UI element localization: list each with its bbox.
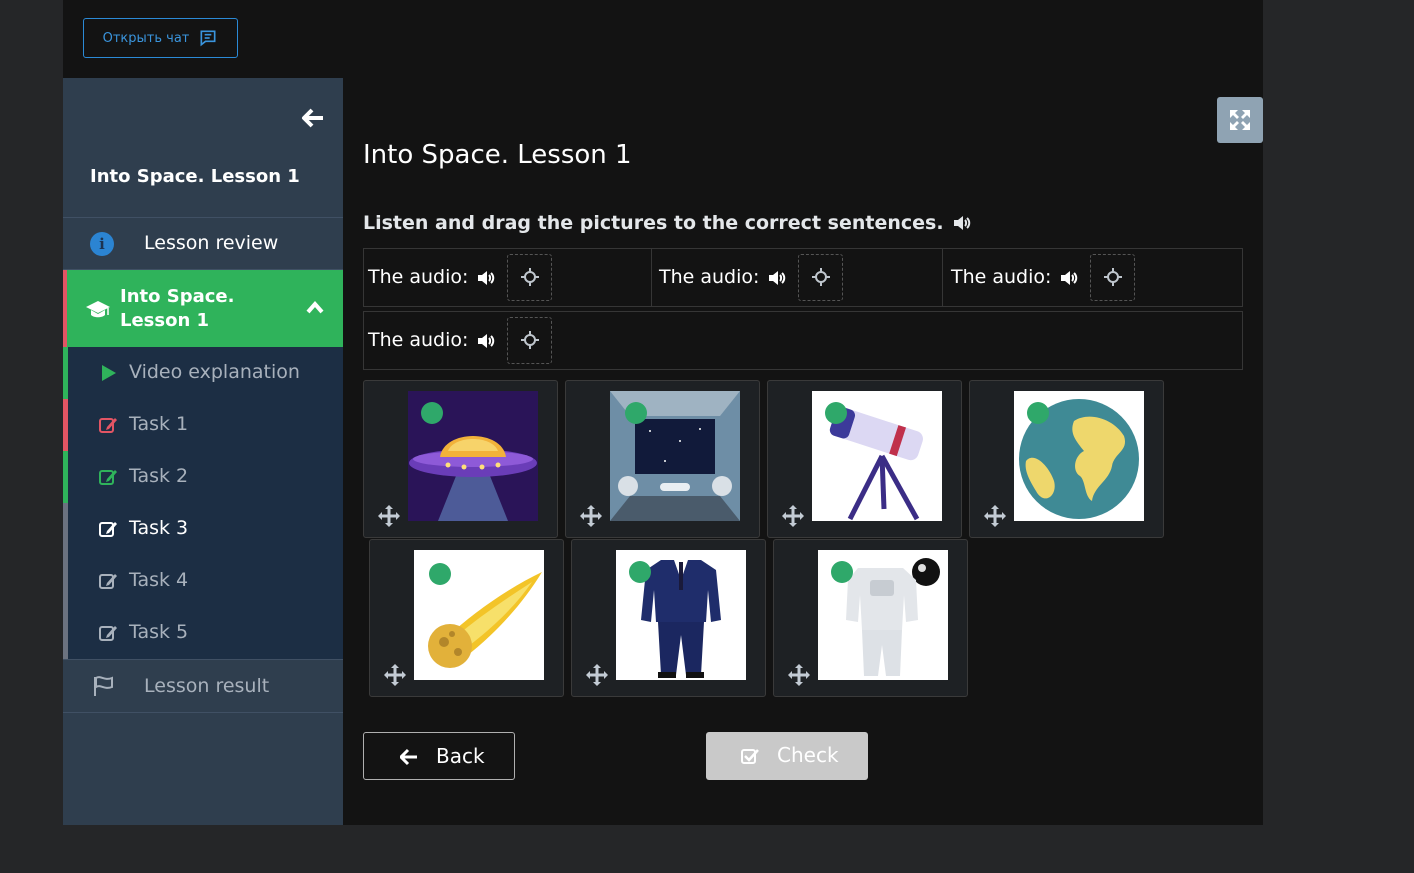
chevron-up-icon[interactable] [305,299,325,315]
sidebar-item-label: Lesson result [144,675,270,697]
draggable-picture-telescope[interactable] [767,380,962,538]
lesson-sidebar: Into Space. Lesson 1 i Lesson review Int… [63,78,343,825]
spaceship-interior-image [610,391,740,521]
sidebar-item-task-1[interactable]: Task 1 [63,399,343,451]
move-icon[interactable] [586,664,608,686]
speaker-icon[interactable] [1058,268,1080,288]
chat-icon [200,30,216,47]
speaker-icon[interactable] [952,213,972,233]
expand-icon [1230,110,1250,130]
sentence-label: The audio: [951,266,1052,288]
sentence-label: The audio: [368,329,469,351]
edit-icon [99,418,117,433]
earth-image [1014,391,1144,521]
open-chat-label: Открыть чат [102,30,190,46]
sidebar-item-video-explanation[interactable]: Video explanation [63,347,343,399]
sentence-item: The audio: [947,249,1242,306]
sidebar-item-label: Task 2 [129,465,189,487]
play-icon [102,365,116,381]
sentence-item: The audio: [364,249,652,306]
sidebar-item-label: Task 1 [129,413,189,435]
sidebar-lesson-title: Into Space. Lesson 1 [90,166,300,187]
draggable-picture-spaceship-interior[interactable] [565,380,760,538]
sidebar-item-label: Task 4 [129,569,189,591]
crosshair-icon [521,268,539,286]
sentence-row: The audio: The audio: The audio: [363,248,1243,307]
ufo-image [408,391,538,521]
status-bar [63,399,68,451]
sidebar-item-task-5[interactable]: Task 5 [63,607,343,659]
sidebar-section-label: Into Space. Lesson 1 [120,286,235,331]
speaker-icon[interactable] [475,268,497,288]
sentence-label: The audio: [659,266,760,288]
instruction-text: Listen and drag the pictures to the corr… [363,212,944,234]
edit-icon [99,522,117,537]
move-icon[interactable] [782,505,804,527]
status-bar [63,347,68,399]
sidebar-item-label: Task 5 [129,621,189,643]
check-label: Check [777,743,839,767]
collapse-sidebar-icon[interactable] [301,106,325,130]
sentence-item: The audio: [364,312,652,369]
move-icon[interactable] [788,664,810,686]
sidebar-section-active[interactable]: Into Space. Lesson 1 [63,270,343,347]
sidebar-item-lesson-result[interactable]: Lesson result [63,659,343,713]
sidebar-item-label: Lesson review [144,232,279,254]
draggable-picture-ufo[interactable] [363,380,558,538]
edit-icon [99,626,117,641]
crosshair-icon [812,268,830,286]
move-icon[interactable] [984,505,1006,527]
check-button[interactable]: Check [706,732,868,780]
graduation-cap-icon [86,301,110,318]
back-button[interactable]: Back [363,732,515,780]
draggable-picture-pilot-uniform[interactable] [571,539,766,697]
status-bar [63,451,68,503]
sidebar-sub-list: Video explanation Task 1 Task 2 Task 3 T [63,347,343,659]
drop-zone[interactable] [798,254,843,301]
pilot-uniform-image [616,550,746,680]
page-title: Into Space. Lesson 1 [363,140,632,170]
lesson-page: Открыть чат Into Space. Lesson 1 i Lesso… [63,0,1263,825]
edit-icon [99,470,117,485]
telescope-image [812,391,942,521]
spacesuit-image [818,550,948,680]
move-icon[interactable] [580,505,602,527]
info-icon: i [90,232,114,256]
sidebar-item-lesson-review[interactable]: i Lesson review [63,217,343,270]
status-bar [63,503,68,555]
sidebar-item-label: Task 3 [129,517,189,539]
edit-icon [99,574,117,589]
comet-image [414,550,544,680]
crosshair-icon [521,331,539,349]
task-instruction: Listen and drag the pictures to the corr… [363,212,972,234]
back-label: Back [436,744,485,768]
checkbox-icon [741,749,759,764]
sentence-item: The audio: [655,249,943,306]
sentence-row: The audio: [363,311,1243,370]
sidebar-item-task-4[interactable]: Task 4 [63,555,343,607]
drop-zone[interactable] [507,254,552,301]
open-chat-button[interactable]: Открыть чат [83,18,238,58]
crosshair-icon [1104,268,1122,286]
speaker-icon[interactable] [766,268,788,288]
sentence-label: The audio: [368,266,469,288]
draggable-picture-comet[interactable] [369,539,564,697]
speaker-icon[interactable] [475,331,497,351]
move-icon[interactable] [378,505,400,527]
arrow-left-icon [400,748,417,766]
sidebar-item-task-2[interactable]: Task 2 [63,451,343,503]
status-bar [63,555,68,607]
sidebar-item-task-3[interactable]: Task 3 [63,503,343,555]
drop-zone[interactable] [1090,254,1135,301]
fullscreen-button[interactable] [1217,97,1263,143]
flag-icon [94,676,113,696]
draggable-picture-earth[interactable] [969,380,1164,538]
move-icon[interactable] [384,664,406,686]
sidebar-item-label: Video explanation [129,361,300,383]
draggable-picture-spacesuit[interactable] [773,539,968,697]
status-bar [63,607,68,659]
drop-zone[interactable] [507,317,552,364]
